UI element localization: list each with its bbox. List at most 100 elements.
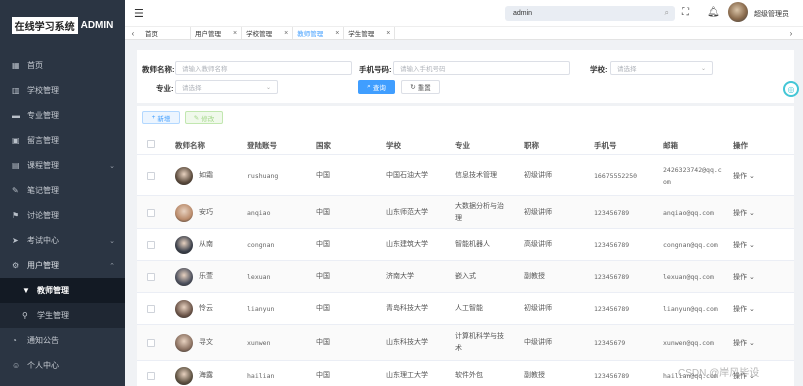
row-checkbox[interactable] xyxy=(147,339,155,347)
search-button[interactable]: ⌕ 查询 xyxy=(358,80,395,94)
reset-button[interactable]: ↻ 重置 xyxy=(401,80,440,94)
teacher-name: 怜云 xyxy=(199,305,213,312)
action-label: 操作 xyxy=(733,274,747,281)
tabs-bar: ‹ 首页 用户管理 × 学校管理 × 教师管理 × 学生管理 × › xyxy=(125,26,803,40)
row-action-dropdown[interactable]: 操作 ⌄ xyxy=(733,208,755,218)
country: 中国 xyxy=(316,273,330,280)
row-action-dropdown[interactable]: 操作 ⌄ xyxy=(733,338,755,348)
table-row[interactable]: 乐萱 lexuan 中国 济南大学 嵌入式 副教授 123456789 lexuan@qq.c… xyxy=(137,261,794,293)
bell-icon[interactable]: 🔔︎ xyxy=(707,7,720,18)
row-checkbox[interactable] xyxy=(147,372,155,380)
search-input[interactable]: admin ⌕ xyxy=(505,6,675,21)
close-icon[interactable]: × xyxy=(233,30,237,37)
username[interactable]: 超级管理员 xyxy=(754,9,789,19)
title: 初级讲师 xyxy=(524,172,552,179)
sidebar-subitem-label: 学生管理 xyxy=(37,311,69,320)
table-row[interactable]: 怜云 lianyun 中国 青岛科技大学 人工智能 初级讲师 123456789 lianyu… xyxy=(137,293,794,325)
grid-icon: ▦ xyxy=(12,61,20,70)
sidebar-item-profile[interactable]: ☺ 个人中心 xyxy=(0,353,125,378)
filter-panel: 教师名称: 请输入教师名称 手机号码: 请输入手机号码 学校: 请选择 ⌄ 专业… xyxy=(137,50,794,103)
sidebar-item-home[interactable]: ▦ 首页 xyxy=(0,53,125,78)
search-button-label: 查询 xyxy=(372,85,386,92)
sidebar-item-label: 笔记管理 xyxy=(27,186,59,195)
teacher-name-input[interactable]: 请输入教师名称 xyxy=(175,61,352,75)
table-row[interactable]: 安巧 anqiao 中国 山东师范大学 大数据分析与治理 初级讲师 123456789 anq… xyxy=(137,196,794,229)
major-placeholder: 请选择 xyxy=(182,85,202,92)
table-row[interactable]: 如霜 rushuang 中国 中国石油大学 信息技术管理 初级讲师 16675552250 2… xyxy=(137,155,794,196)
row-checkbox[interactable] xyxy=(147,172,155,180)
sidebar-item-users[interactable]: ⚙ 用户管理 ⌃ xyxy=(0,253,125,278)
major: 软件外包 xyxy=(455,372,483,379)
chevron-left-icon[interactable]: ‹ xyxy=(125,29,141,38)
sidebar-item-label: 个人中心 xyxy=(27,361,59,370)
title: 副教授 xyxy=(524,273,545,280)
avatar xyxy=(175,204,193,222)
sidebar-item-message[interactable]: ▣ 留言管理 xyxy=(0,128,125,153)
sidebar-item-major[interactable]: ▬ 专业管理 xyxy=(0,103,125,128)
phone: 123456789 xyxy=(594,372,630,380)
row-checkbox[interactable] xyxy=(147,305,155,313)
table-row[interactable]: 寻文 xunwen 中国 山东科技大学 计算机科学与技术 中级讲师 12345679 xunw… xyxy=(137,325,794,361)
phone: 123456789 xyxy=(594,305,630,313)
row-action-dropdown[interactable]: 操作 ⌄ xyxy=(733,272,755,282)
fullscreen-icon[interactable]: ⛶ xyxy=(682,7,689,18)
close-icon[interactable]: × xyxy=(335,30,339,37)
edit-button[interactable]: ✎ 修改 xyxy=(185,111,223,124)
hamburger-icon[interactable]: ☰ xyxy=(134,7,144,20)
action-label: 操作 xyxy=(733,242,747,249)
phone-input[interactable]: 请输入手机号码 xyxy=(393,61,570,75)
tab-student-management[interactable]: 学生管理 × xyxy=(344,27,396,39)
sidebar-subitem-students[interactable]: ⚲ 学生管理 xyxy=(0,303,125,328)
account: xunwen xyxy=(247,339,271,347)
row-checkbox[interactable] xyxy=(147,273,155,281)
search-icon[interactable]: ⌕ xyxy=(665,8,669,18)
select-all-checkbox[interactable] xyxy=(147,140,155,148)
tab-user-management[interactable]: 用户管理 × xyxy=(191,27,243,39)
email: 2426323742@qq.c xyxy=(663,166,722,174)
chevron-down-icon: ⌄ xyxy=(700,65,706,72)
school-placeholder: 请选择 xyxy=(617,66,637,73)
major: 信息技术管理 xyxy=(455,172,497,179)
sidebar-item-label: 考试中心 xyxy=(27,236,59,245)
sidebar-item-notice[interactable]: ◔ 通知公告 xyxy=(0,328,125,353)
email-cont: om xyxy=(663,178,671,186)
major-select[interactable]: 请选择 ⌄ xyxy=(175,80,278,94)
phone: 123456789 xyxy=(594,209,630,217)
logo-text: ADMIN xyxy=(80,19,114,31)
add-button[interactable]: + 新增 xyxy=(142,111,180,124)
teacher-name: 寻文 xyxy=(199,339,213,346)
sidebar-item-notes[interactable]: ✎ 笔记管理 xyxy=(0,178,125,203)
settings-float-icon[interactable]: ◎ xyxy=(783,81,799,97)
school-select[interactable]: 请选择 ⌄ xyxy=(610,61,713,75)
row-action-dropdown[interactable]: 操作 ⌄ xyxy=(733,240,755,250)
close-icon[interactable]: × xyxy=(284,30,288,37)
table-row[interactable]: 从南 congnan 中国 山东建筑大学 智能机器人 高级讲师 123456789 congn… xyxy=(137,229,794,261)
close-icon[interactable]: × xyxy=(386,30,390,37)
row-checkbox[interactable] xyxy=(147,209,155,217)
tab-teacher-management[interactable]: 教师管理 × xyxy=(293,27,345,39)
row-action-dropdown[interactable]: 操作 ⌄ xyxy=(733,304,755,314)
sidebar-subitem-teachers[interactable]: ▼ 教师管理 xyxy=(0,278,125,303)
email: anqiao@qq.com xyxy=(663,209,714,217)
sidebar-item-discussion[interactable]: ⚑ 讨论管理 xyxy=(0,203,125,228)
phone: 12345679 xyxy=(594,339,626,347)
tab-home[interactable]: 首页 xyxy=(141,27,191,39)
country: 中国 xyxy=(316,372,330,379)
row-checkbox[interactable] xyxy=(147,241,155,249)
row-action-dropdown[interactable]: 操作 ⌄ xyxy=(733,171,755,181)
sidebar-item-course[interactable]: ▤ 课程管理 ⌄ xyxy=(0,153,125,178)
tab-school-management[interactable]: 学校管理 × xyxy=(242,27,294,39)
sidebar-item-school[interactable]: ▥ 学校管理 xyxy=(0,78,125,103)
tab-label: 教师管理 xyxy=(297,31,324,38)
avatar[interactable] xyxy=(728,2,748,22)
country: 中国 xyxy=(316,339,330,346)
avatar xyxy=(175,268,193,286)
app-root: 在线学习系统 ADMIN ▦ 首页 ▥ 学校管理 ▬ 专业管理 ▣ 留言管理 ▤… xyxy=(0,0,803,386)
chevron-right-icon[interactable]: › xyxy=(783,29,799,38)
sidebar-item-exam[interactable]: ➤ 考试中心 ⌄ xyxy=(0,228,125,253)
sidebar-item-label: 学校管理 xyxy=(27,86,59,95)
teacher-name: 从南 xyxy=(199,241,213,248)
account: lexuan xyxy=(247,273,271,281)
user-icon: ⚲ xyxy=(22,311,28,320)
chevron-down-icon: ⌄ xyxy=(265,84,271,91)
